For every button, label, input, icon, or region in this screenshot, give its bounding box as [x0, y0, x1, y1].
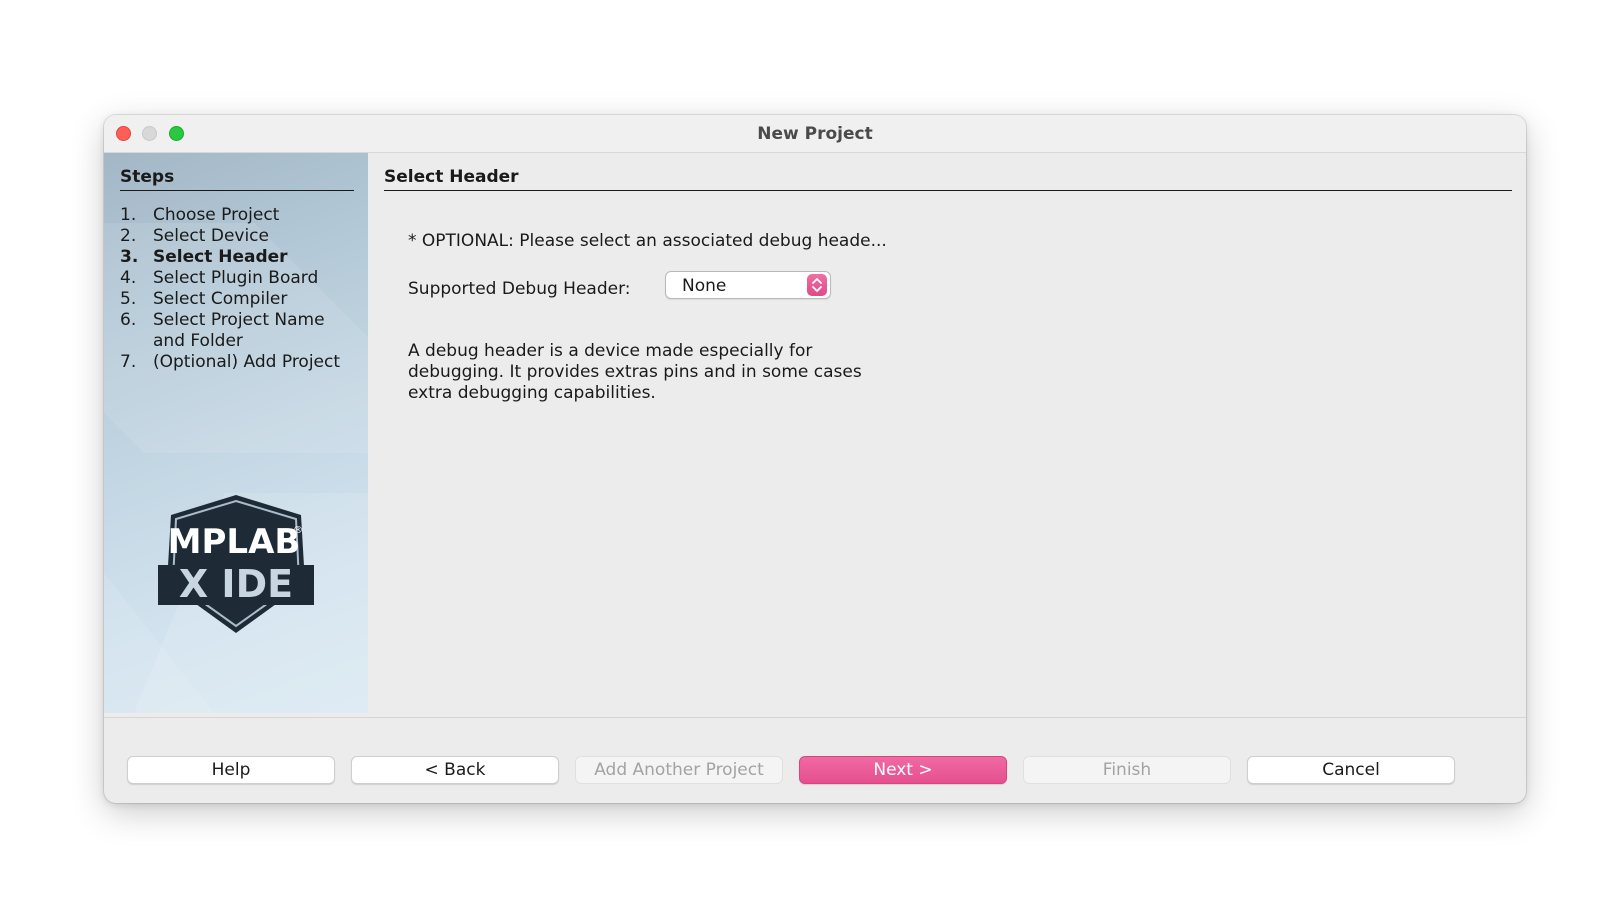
step-number: 2. [120, 226, 137, 246]
optional-note: * OPTIONAL: Please select an associated … [408, 231, 887, 251]
title-bar: New Project [104, 115, 1526, 153]
steps-heading: Steps [120, 167, 354, 191]
step-label: Select Compiler [153, 289, 288, 309]
back-button[interactable]: < Back [351, 756, 559, 784]
step-item: 5. Select Compiler [120, 289, 353, 310]
debug-header-select[interactable]: None [665, 271, 831, 299]
mplab-x-ide-logo: MPLAB ® X IDE [158, 495, 314, 633]
step-number: 7. [120, 352, 137, 372]
logo-registered-mark: ® [293, 525, 303, 536]
step-label: Select Device [153, 226, 269, 246]
step-number: 3. [120, 247, 139, 267]
step-number: 4. [120, 268, 137, 288]
steps-list: 1. Choose Project 2. Select Device 3. Select … [120, 205, 353, 373]
step-label: Select Header [153, 247, 288, 267]
finish-button: Finish [1023, 756, 1231, 784]
new-project-dialog: New Project Steps 1. Choose Project 2. Sele… [104, 115, 1526, 803]
step-item: 2. Select Device [120, 226, 353, 247]
step-label: (Optional) Add Project [153, 352, 341, 372]
debug-header-label: Supported Debug Header: [408, 279, 631, 299]
step-item: 3. Select Header [120, 247, 353, 268]
step-label: Select Plugin Board [153, 268, 319, 288]
window-title: New Project [757, 124, 873, 144]
cancel-button[interactable]: Cancel [1247, 756, 1455, 784]
steps-sidebar: Steps 1. Choose Project 2. Select Device 3. S… [104, 153, 368, 713]
logo-text-mplab: MPLAB [168, 522, 301, 562]
step-item: 4. Select Plugin Board [120, 268, 353, 289]
step-number: 1. [120, 205, 137, 225]
help-button[interactable]: Help [127, 756, 335, 784]
step-item: 1. Choose Project [120, 205, 353, 226]
step-number: 5. [120, 289, 137, 309]
step-label: Select Project Name and Folder [153, 310, 325, 351]
step-label: Choose Project [153, 205, 280, 225]
debug-header-description: A debug header is a device made especial… [408, 341, 862, 403]
add-another-project-button: Add Another Project [575, 756, 783, 784]
select-stepper-icon [807, 274, 827, 296]
step-number: 6. [120, 310, 137, 330]
next-button[interactable]: Next > [799, 756, 1007, 784]
debug-header-select-value: None [682, 276, 727, 296]
section-title: Select Header [384, 167, 1512, 191]
step-item: 6. Select Project Name and Folder [120, 310, 353, 352]
logo-text-xide: X IDE [179, 562, 293, 606]
footer-divider [104, 717, 1526, 718]
main-panel: Select Header * OPTIONAL: Please select … [368, 153, 1526, 713]
step-item: 7. (Optional) Add Project [120, 352, 353, 373]
